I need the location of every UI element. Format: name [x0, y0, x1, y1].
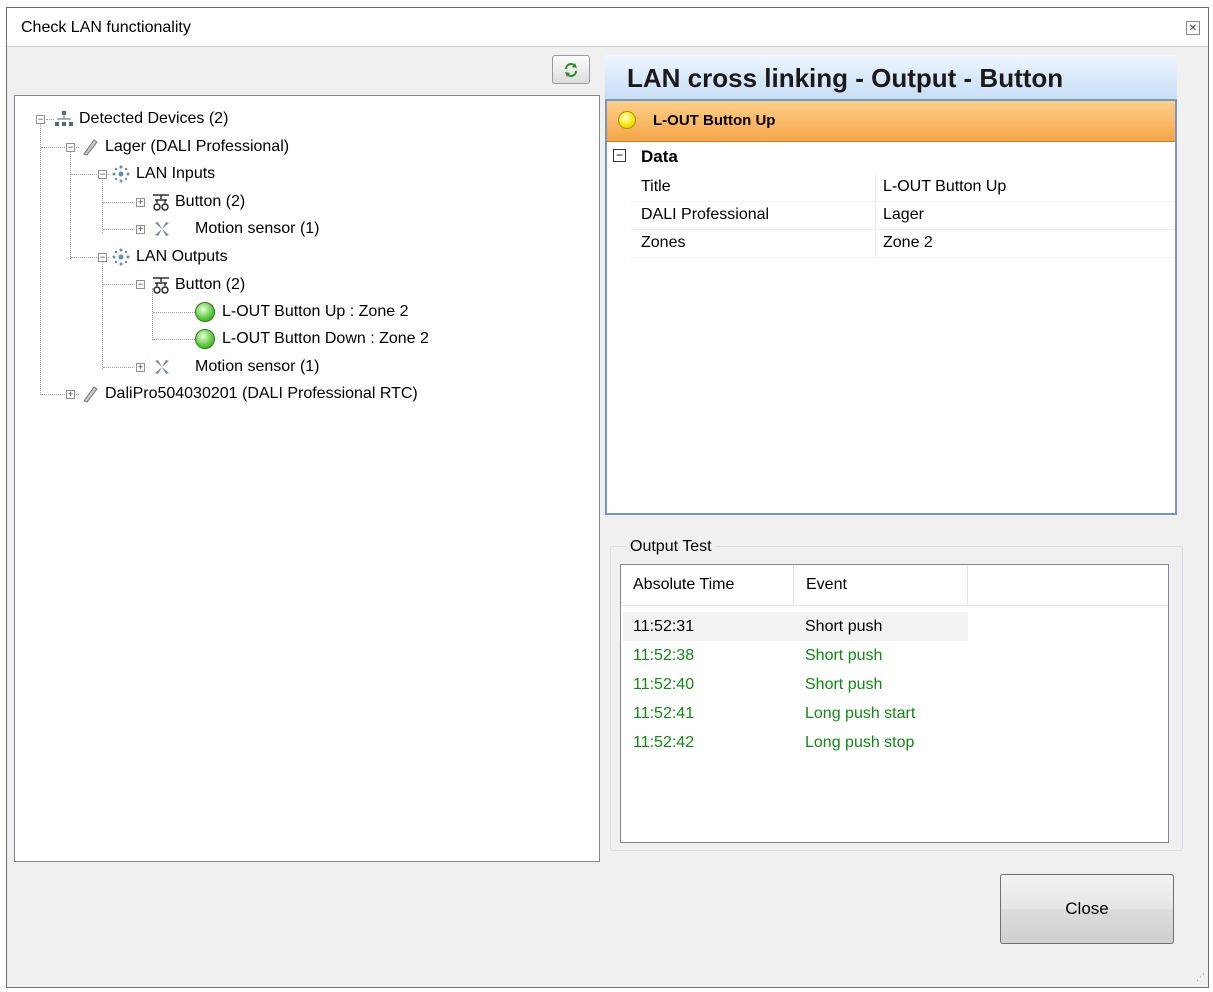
output-test-label: Output Test [626, 538, 716, 556]
tree-item-lan-inputs[interactable]: LAN Inputs [136, 162, 215, 186]
window-title: Check LAN functionality [21, 19, 191, 36]
category-data[interactable]: − Data [607, 145, 1175, 169]
collapse-category-icon[interactable]: − [613, 149, 626, 162]
property-grid[interactable]: L-OUT Button Up − Data Title L-OUT Butto… [605, 99, 1177, 515]
list-item[interactable]: 11:52:40 Short push [623, 670, 968, 699]
tree-item-lan-outputs[interactable]: LAN Outputs [136, 245, 228, 269]
selected-item-label: L-OUT Button Up [653, 112, 776, 129]
green-status-icon [195, 302, 215, 322]
row-time: 11:52:42 [633, 734, 695, 751]
collapse-outputs-button[interactable]: − [136, 280, 145, 289]
row-event: Short push [805, 618, 883, 635]
property-row[interactable]: Title L-OUT Button Up [631, 173, 1175, 202]
property-value: L-OUT Button Up [883, 178, 1007, 195]
motion-sensor-icon [155, 222, 169, 236]
row-event: Short push [805, 647, 883, 664]
tree-item-inputs-button[interactable]: Button (2) [175, 190, 245, 214]
row-time: 11:52:31 [633, 618, 695, 635]
list-item[interactable]: 11:52:31 Short push [623, 612, 968, 641]
row-time: 11:52:41 [633, 705, 695, 722]
tree-item-detected-devices[interactable]: Detected Devices (2) [79, 107, 228, 131]
collapse-lan-inputs[interactable]: − [98, 170, 107, 179]
list-header: Absolute Time Event [621, 565, 1168, 606]
column-event[interactable]: Event [794, 565, 968, 605]
button-icon [153, 194, 169, 211]
tree-item-outputs-button[interactable]: Button (2) [175, 273, 245, 297]
collapse-detected-devices[interactable]: − [36, 115, 45, 124]
collapse-lan-outputs[interactable]: − [98, 253, 107, 262]
selected-item-bar: L-OUT Button Up [607, 101, 1175, 142]
dali-device-icon [83, 386, 98, 403]
row-event: Short push [805, 676, 883, 693]
list-item[interactable]: 11:52:42 Long push stop [623, 728, 968, 757]
category-label: Data [641, 147, 678, 166]
row-event: Long push start [805, 705, 916, 722]
lan-icon [112, 165, 130, 183]
motion-sensor-icon [155, 360, 169, 374]
tree-item-out-up[interactable]: L-OUT Button Up : Zone 2 [222, 300, 408, 324]
expand-inputs-motion[interactable]: + [136, 225, 145, 234]
dali-device-icon [83, 139, 98, 156]
button-icon [153, 277, 169, 294]
tree-item-inputs-motion[interactable]: Motion sensor (1) [195, 217, 320, 241]
property-value: Zone 2 [883, 234, 933, 251]
property-name: Title [641, 178, 671, 195]
output-test-list[interactable]: Absolute Time Event 11:52:31 Short push 11… [620, 564, 1169, 843]
property-row[interactable]: DALI Professional Lager [631, 201, 1175, 230]
refresh-icon [565, 63, 577, 77]
collapse-lager[interactable]: − [66, 143, 75, 152]
lan-icon [112, 248, 130, 266]
yellow-status-icon [618, 111, 636, 129]
resize-grip[interactable]: ⋰ [1196, 972, 1209, 988]
device-tree[interactable]: − Detected Devices (2) − Lager (DALI Pro… [14, 95, 600, 862]
property-name: DALI Professional [641, 206, 770, 223]
row-time: 11:52:40 [633, 676, 695, 693]
close-window-icon[interactable]: ✕ [1186, 21, 1200, 35]
property-value: Lager [883, 206, 924, 223]
green-status-icon [195, 329, 215, 349]
list-item[interactable]: 11:52:41 Long push start [623, 699, 968, 728]
refresh-button[interactable] [552, 55, 590, 84]
details-header: LAN cross linking - Output - Button [605, 55, 1177, 100]
tree-item-lager[interactable]: Lager (DALI Professional) [105, 135, 289, 159]
row-event: Long push stop [805, 734, 915, 751]
close-button[interactable]: Close [1000, 874, 1174, 944]
property-name: Zones [641, 234, 686, 251]
title-bar: Check LAN functionality ✕ [7, 8, 1208, 47]
network-icon [55, 111, 73, 126]
column-absolute-time[interactable]: Absolute Time [621, 565, 794, 605]
tree-item-outputs-motion[interactable]: Motion sensor (1) [195, 355, 320, 379]
column-empty [968, 565, 1168, 605]
row-time: 11:52:38 [633, 647, 695, 664]
tree-item-dalipro[interactable]: DaliPro504030201 (DALI Professional RTC) [105, 382, 418, 406]
expand-inputs-button[interactable]: + [136, 198, 145, 207]
expand-dalipro[interactable]: + [66, 390, 75, 399]
expand-outputs-motion[interactable]: + [136, 363, 145, 372]
details-header-title: LAN cross linking - Output - Button [627, 63, 1064, 93]
property-row[interactable]: Zones Zone 2 [631, 229, 1175, 258]
list-item[interactable]: 11:52:38 Short push [623, 641, 968, 670]
tree-item-out-down[interactable]: L-OUT Button Down : Zone 2 [222, 327, 429, 351]
